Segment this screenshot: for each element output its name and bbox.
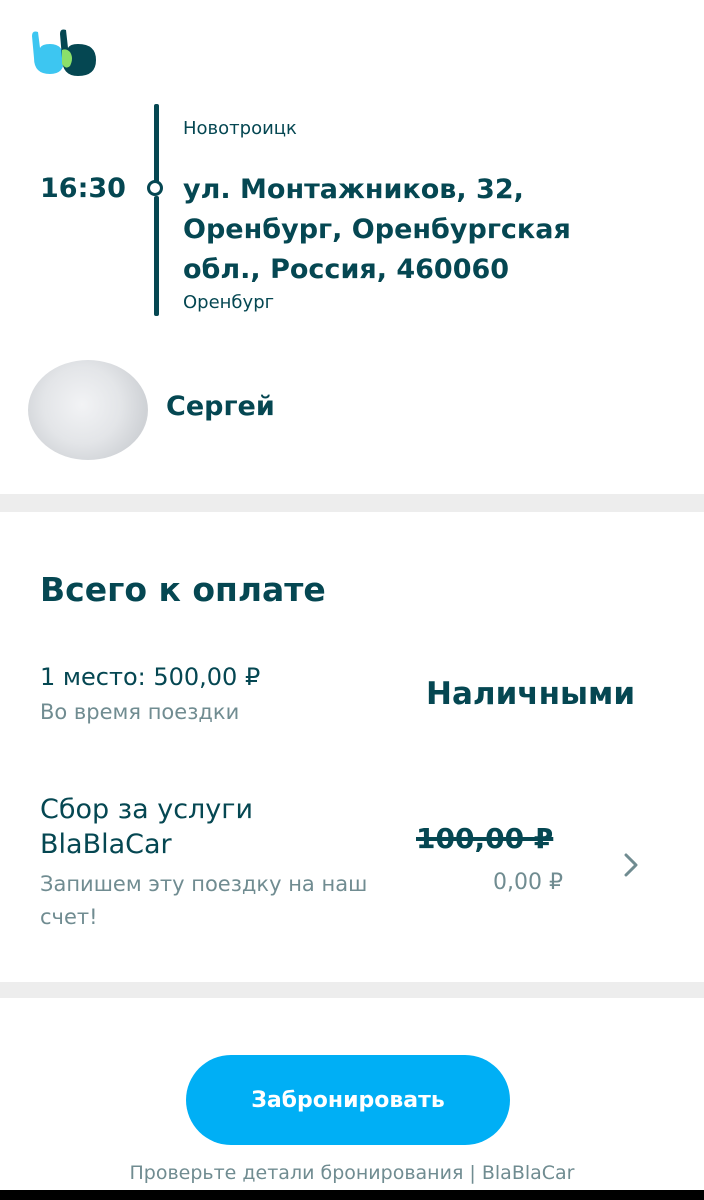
section-divider — [0, 982, 704, 998]
footer-text: Проверьте детали бронирования | BlaBlaCa… — [129, 1162, 575, 1184]
route-line-top — [154, 104, 159, 184]
pickup-city: Оренбург — [183, 292, 275, 313]
service-fee-title: Сбор за услуги BlaBlaCar — [40, 794, 254, 860]
payment-method: Наличными — [426, 676, 636, 712]
route-stop-dot — [147, 180, 163, 196]
service-fee-new-price: 0,00 ₽ — [493, 870, 563, 895]
service-fee-old-price: 100,00 ₽ — [416, 822, 554, 855]
service-fee-note: Запишем эту поездку на наш счет! — [40, 872, 368, 929]
driver-name: Сергей — [166, 391, 275, 422]
payment-title: Всего к оплате — [40, 570, 326, 609]
book-button[interactable]: Забронировать — [186, 1055, 510, 1145]
chevron-right-icon — [624, 853, 638, 877]
service-fee-details-button[interactable] — [620, 845, 644, 885]
blablacar-logo-icon — [32, 29, 96, 76]
route-line-bottom — [154, 196, 159, 316]
origin-city: Новотроицк — [183, 118, 297, 139]
bottom-bar — [0, 1190, 704, 1200]
seat-payment-note: Во время поездки — [40, 700, 240, 724]
seat-price: 1 место: 500,00 ₽ — [40, 663, 261, 691]
section-divider — [0, 494, 704, 512]
departure-time: 16:30 — [40, 173, 126, 204]
avatar[interactable] — [28, 360, 148, 460]
pickup-address: ул. Монтажников, 32, Оренбург, Оренбургс… — [183, 174, 571, 285]
driver-row[interactable]: Сергей — [28, 355, 628, 465]
